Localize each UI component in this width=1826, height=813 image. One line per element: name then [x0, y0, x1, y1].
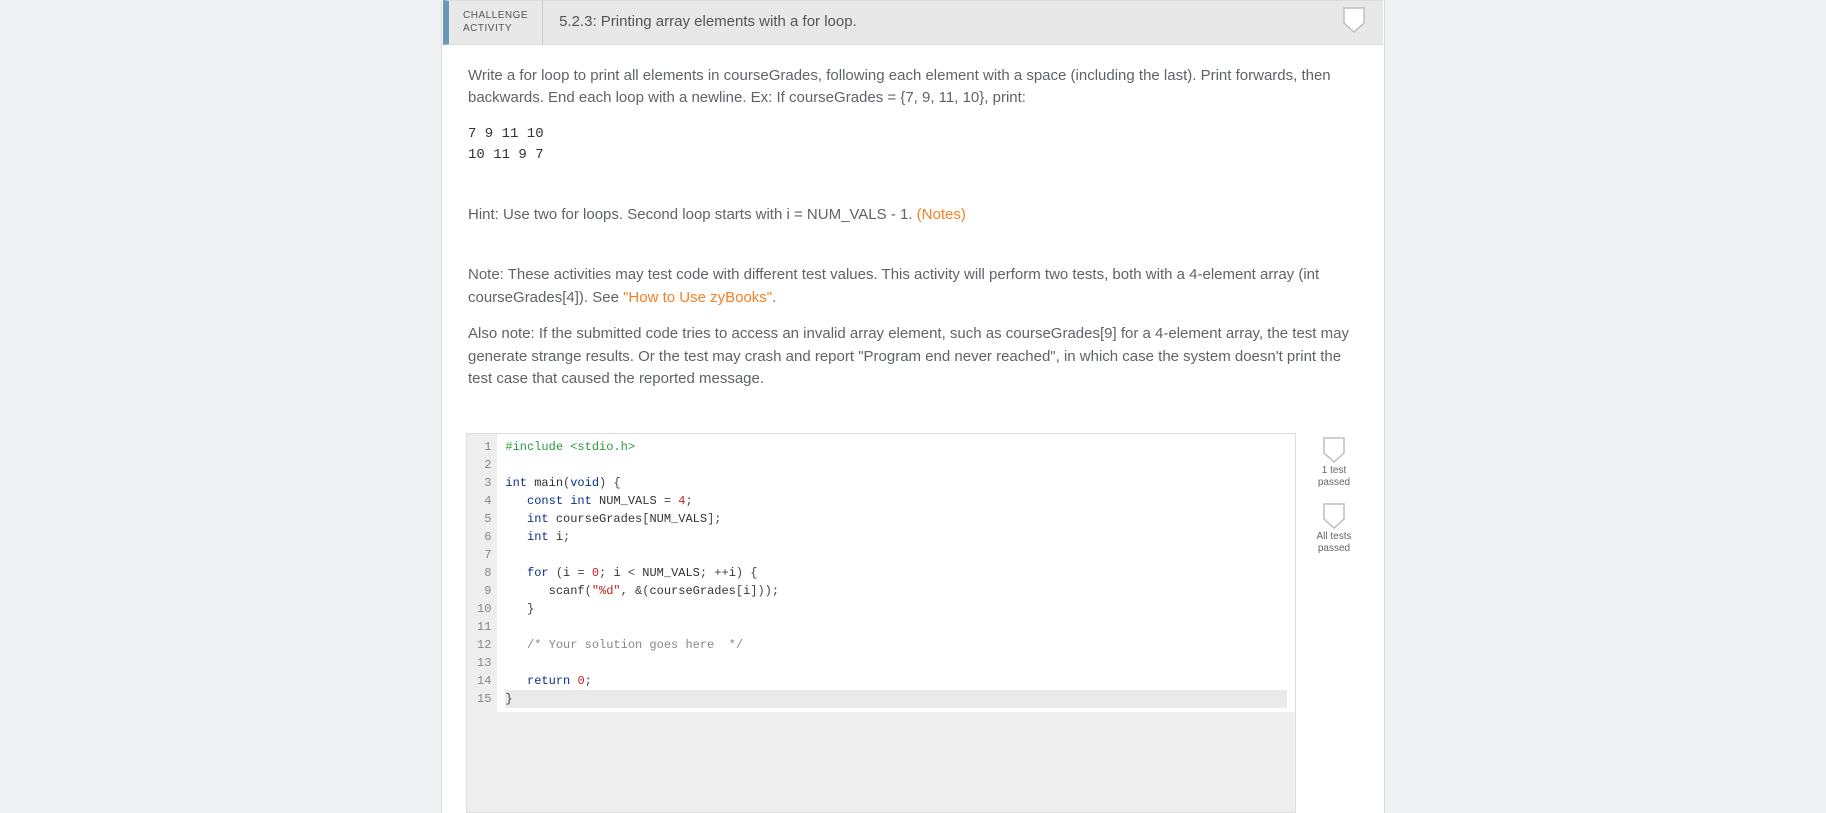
shield-icon [1323, 503, 1345, 529]
progress-shield-icon [1343, 7, 1365, 41]
challenge-header: CHALLENGE ACTIVITY 5.2.3: Printing array… [443, 0, 1383, 45]
intro-text: Write a for loop to print all elements i… [468, 65, 1358, 110]
activity-page: CHALLENGE ACTIVITY 5.2.3: Printing array… [441, 0, 1385, 813]
challenge-label-line2: ACTIVITY [463, 22, 528, 35]
note2: Also note: If the submitted code tries t… [468, 323, 1358, 391]
test-status: 1 testpassed All testspassed [1308, 433, 1360, 813]
shield-icon [1323, 437, 1345, 463]
test-badge-2: All testspassed [1308, 503, 1360, 555]
sample-output: 7 9 11 10 10 11 9 7 [468, 124, 1358, 166]
notes-link[interactable]: (Notes) [917, 206, 966, 223]
test-badge-2-label: All testspassed [1308, 531, 1360, 555]
code-area: 123456789101112131415 #include <stdio.h>… [466, 433, 1360, 813]
instructions: Write a for loop to print all elements i… [442, 45, 1384, 425]
challenge-title: 5.2.3: Printing array elements with a fo… [543, 1, 873, 44]
test-badge-1-label: 1 testpassed [1308, 465, 1360, 489]
editor-empty-area[interactable] [467, 712, 1295, 812]
note1: Note: These activities may test code wit… [468, 264, 1358, 309]
test-badge-1: 1 testpassed [1308, 437, 1360, 489]
howto-link[interactable]: "How to Use zyBooks" [623, 289, 772, 306]
code-editor[interactable]: 123456789101112131415 #include <stdio.h>… [466, 433, 1296, 813]
line-gutter: 123456789101112131415 [467, 434, 497, 712]
challenge-label-line1: CHALLENGE [463, 9, 528, 22]
challenge-label: CHALLENGE ACTIVITY [449, 1, 543, 44]
code-body[interactable]: #include <stdio.h>int main(void) { const… [497, 434, 1295, 712]
hint-text: Hint: Use two for loops. Second loop sta… [468, 204, 1358, 227]
